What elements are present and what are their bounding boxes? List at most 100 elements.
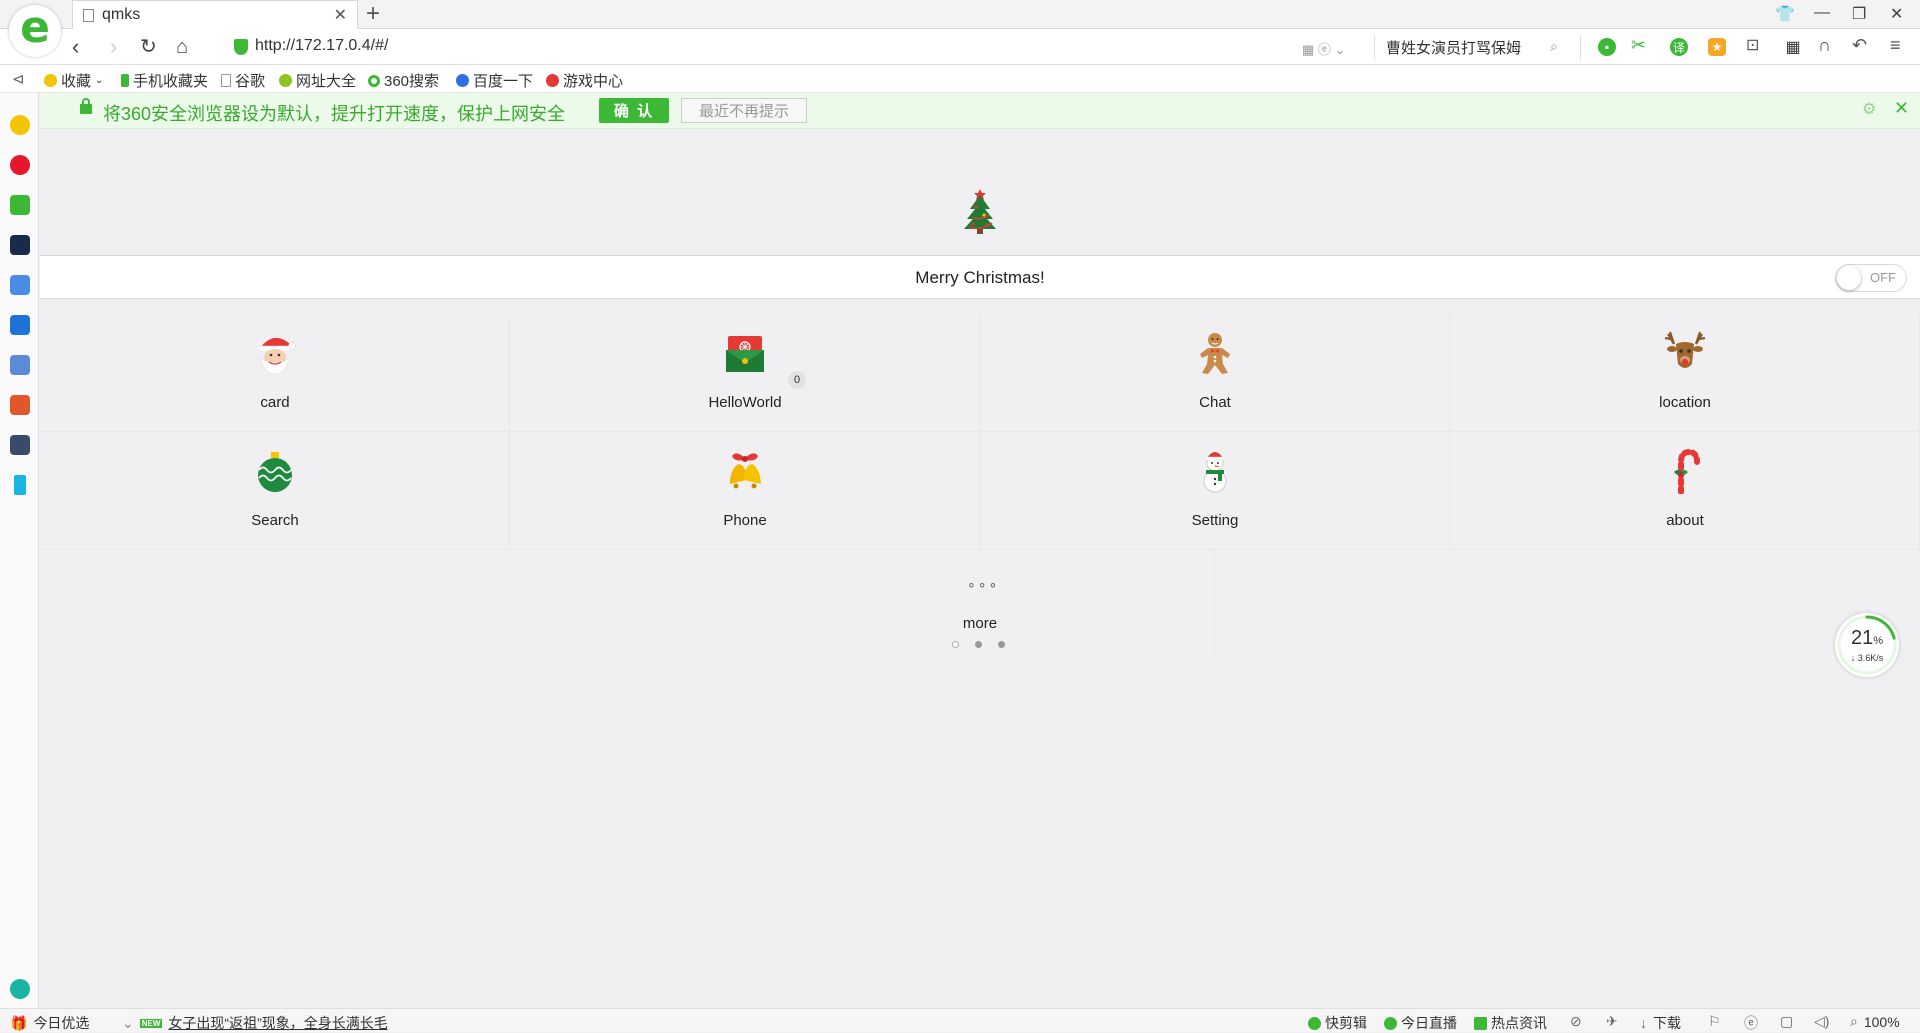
favorites-star-icon[interactable] <box>10 115 30 135</box>
christmas-banner: Merry Christmas! OFF <box>40 255 1920 299</box>
bookmark-url-directory[interactable]: 网址大全 <box>279 70 356 91</box>
lock-icon <box>80 98 92 114</box>
divider <box>1580 35 1581 59</box>
screenshot-icon[interactable]: ⊡ <box>1746 35 1759 55</box>
today-pick-button[interactable]: 🎁 今日优选 <box>10 1013 89 1033</box>
search-icon[interactable]: ⌕ <box>1550 38 1558 55</box>
restore-button[interactable]: ❐ <box>1852 4 1866 24</box>
app-phone[interactable]: Phone <box>510 432 980 550</box>
confirm-button[interactable]: 确 认 <box>599 98 669 123</box>
mail-icon[interactable] <box>10 195 30 215</box>
page-dot[interactable] <box>998 641 1005 648</box>
document-icon[interactable] <box>10 275 30 295</box>
app-search[interactable]: Search <box>40 432 510 550</box>
news-ticker[interactable]: ⌄ NEW 女子出现“返祖”现象，全身长满长毛 <box>122 1013 388 1033</box>
chat-bubble-icon[interactable] <box>10 315 30 335</box>
back-button[interactable]: ‹ <box>72 34 79 60</box>
chevron-down-icon: ⌄ <box>122 1014 134 1031</box>
reload-button[interactable]: ↻ <box>140 34 157 60</box>
flag-icon[interactable]: ⚐ <box>1708 1013 1721 1030</box>
news-headline[interactable]: 女子出现“返祖”现象，全身长满长毛 <box>168 1013 387 1033</box>
menu-icon[interactable]: ≡ <box>1890 35 1901 56</box>
bookmark-baidu[interactable]: 百度一下 <box>456 70 533 91</box>
weibo-icon[interactable] <box>10 155 30 175</box>
hot-news-label: 热点资讯 <box>1491 1015 1547 1031</box>
app-helloworld[interactable]: 0 HelloWorld <box>510 314 980 432</box>
news-app-icon[interactable] <box>10 235 30 255</box>
bookmark-game-center[interactable]: 游戏中心 <box>546 70 623 91</box>
volume-icon[interactable]: ◁) <box>1814 1013 1829 1030</box>
home-button[interactable]: ⌂ <box>176 34 188 60</box>
address-bar-row: ‹ › ↻ ⌂ http://172.17.0.4/#/ ▦ ⓔ ⌄ 曹姓女演员… <box>0 29 1920 65</box>
browser-tab[interactable]: qmks ✕ <box>72 0 358 29</box>
download-button[interactable]: ↓ 下载 <box>1640 1013 1681 1033</box>
p-app-icon[interactable] <box>14 475 26 495</box>
game-app-icon[interactable] <box>10 355 30 375</box>
app-card[interactable]: card <box>40 314 510 432</box>
chat-ext-icon[interactable]: ▪ <box>1598 38 1616 56</box>
sidebar-toggle-icon[interactable]: ⊲ <box>12 70 25 88</box>
more-apps-button[interactable]: ∘∘∘ <box>40 550 1215 658</box>
tab-close-icon[interactable]: ✕ <box>334 5 347 25</box>
undo-icon[interactable]: ↶ <box>1852 35 1867 56</box>
shield-ext-icon[interactable]: ★ <box>1708 38 1726 56</box>
christmas-toggle[interactable]: OFF <box>1835 264 1907 292</box>
quick-cut-button[interactable]: 快剪辑 <box>1308 1013 1367 1033</box>
live-button[interactable]: 今日直播 <box>1384 1013 1457 1033</box>
window-icon[interactable]: ▢ <box>1780 1013 1793 1030</box>
search-input[interactable]: 曹姓女演员打骂保姆 <box>1386 37 1521 58</box>
pin-icon[interactable]: ✈ <box>1606 1013 1618 1030</box>
translate-icon[interactable]: 译 <box>1670 38 1688 56</box>
gear-icon[interactable]: ⚙ <box>1862 99 1876 119</box>
unread-badge: 0 <box>788 371 806 389</box>
url-field[interactable]: http://172.17.0.4/#/ <box>255 37 388 55</box>
bookmarks-bar: ⊲ 收藏 ⌄ 手机收藏夹 谷歌 网址大全 360搜索 百度一下 游戏中心 <box>0 65 1920 93</box>
skin-icon[interactable]: 👕 <box>1775 4 1795 24</box>
scissors-icon[interactable]: ✂ <box>1631 35 1646 56</box>
page-dot[interactable] <box>952 641 959 648</box>
add-app-icon[interactable] <box>10 979 30 999</box>
snowman-icon <box>1203 452 1227 493</box>
zoom-control[interactable]: ⌕ 100% <box>1850 1013 1900 1030</box>
news-icon <box>1474 1016 1487 1030</box>
app-location[interactable]: location <box>1450 314 1920 432</box>
apps-grid-icon[interactable]: ▦ <box>1784 38 1802 56</box>
app-chat[interactable]: Chat <box>980 314 1450 432</box>
forward-button[interactable]: › <box>110 34 117 60</box>
hot-news-button[interactable]: 热点资讯 <box>1474 1013 1547 1033</box>
app-label: location <box>1659 394 1711 411</box>
qr-code-icon[interactable]: ▦ ⓔ ⌄ <box>1302 39 1345 58</box>
game-app-icon[interactable] <box>10 395 30 415</box>
page-dot[interactable] <box>975 641 982 648</box>
game-app-icon[interactable] <box>10 435 30 455</box>
close-icon[interactable]: ✕ <box>1894 98 1909 119</box>
close-window-button[interactable]: ✕ <box>1890 4 1903 24</box>
more-label: more <box>962 615 998 632</box>
accelerate-icon[interactable]: ⊘ <box>1570 1013 1582 1030</box>
app-label: card <box>260 394 290 411</box>
speed-percent-unit: % <box>1873 635 1884 647</box>
bookmark-google[interactable]: 谷歌 <box>221 70 265 91</box>
bookmark-favorites[interactable]: 收藏 ⌄ <box>44 70 103 91</box>
browser-logo[interactable]: e <box>9 5 61 57</box>
new-tab-button[interactable]: + <box>366 2 380 26</box>
ie-icon[interactable]: ⓔ <box>1744 1013 1758 1033</box>
app-about[interactable]: about <box>1450 432 1920 550</box>
app-label: Setting <box>1191 512 1239 529</box>
page-content: Merry Christmas! OFF card 0 HelloWorld C… <box>40 129 1920 1008</box>
game-icon <box>546 74 559 87</box>
left-sidebar <box>0 93 39 1008</box>
ornament-icon <box>258 452 292 492</box>
bells-icon <box>730 453 761 489</box>
app-setting[interactable]: Setting <box>980 432 1450 550</box>
bookmark-label: 收藏 <box>61 73 92 90</box>
headphones-icon[interactable]: ∩ <box>1818 35 1831 56</box>
dont-remind-button[interactable]: 最近不再提示 <box>681 98 807 123</box>
speed-percent-value: 21 <box>1850 627 1874 649</box>
bookmark-mobile[interactable]: 手机收藏夹 <box>121 70 208 91</box>
network-speed-widget[interactable]: 21% ↓ 3.6K/s <box>1835 613 1899 677</box>
status-bar: 🎁 今日优选 ⌄ NEW 女子出现“返祖”现象，全身长满长毛 快剪辑 今日直播 热点资… <box>0 1008 1920 1032</box>
minimize-button[interactable]: — <box>1814 4 1830 22</box>
download-icon: ↓ <box>1640 1015 1647 1031</box>
bookmark-360-search[interactable]: 360搜索 <box>368 70 439 91</box>
